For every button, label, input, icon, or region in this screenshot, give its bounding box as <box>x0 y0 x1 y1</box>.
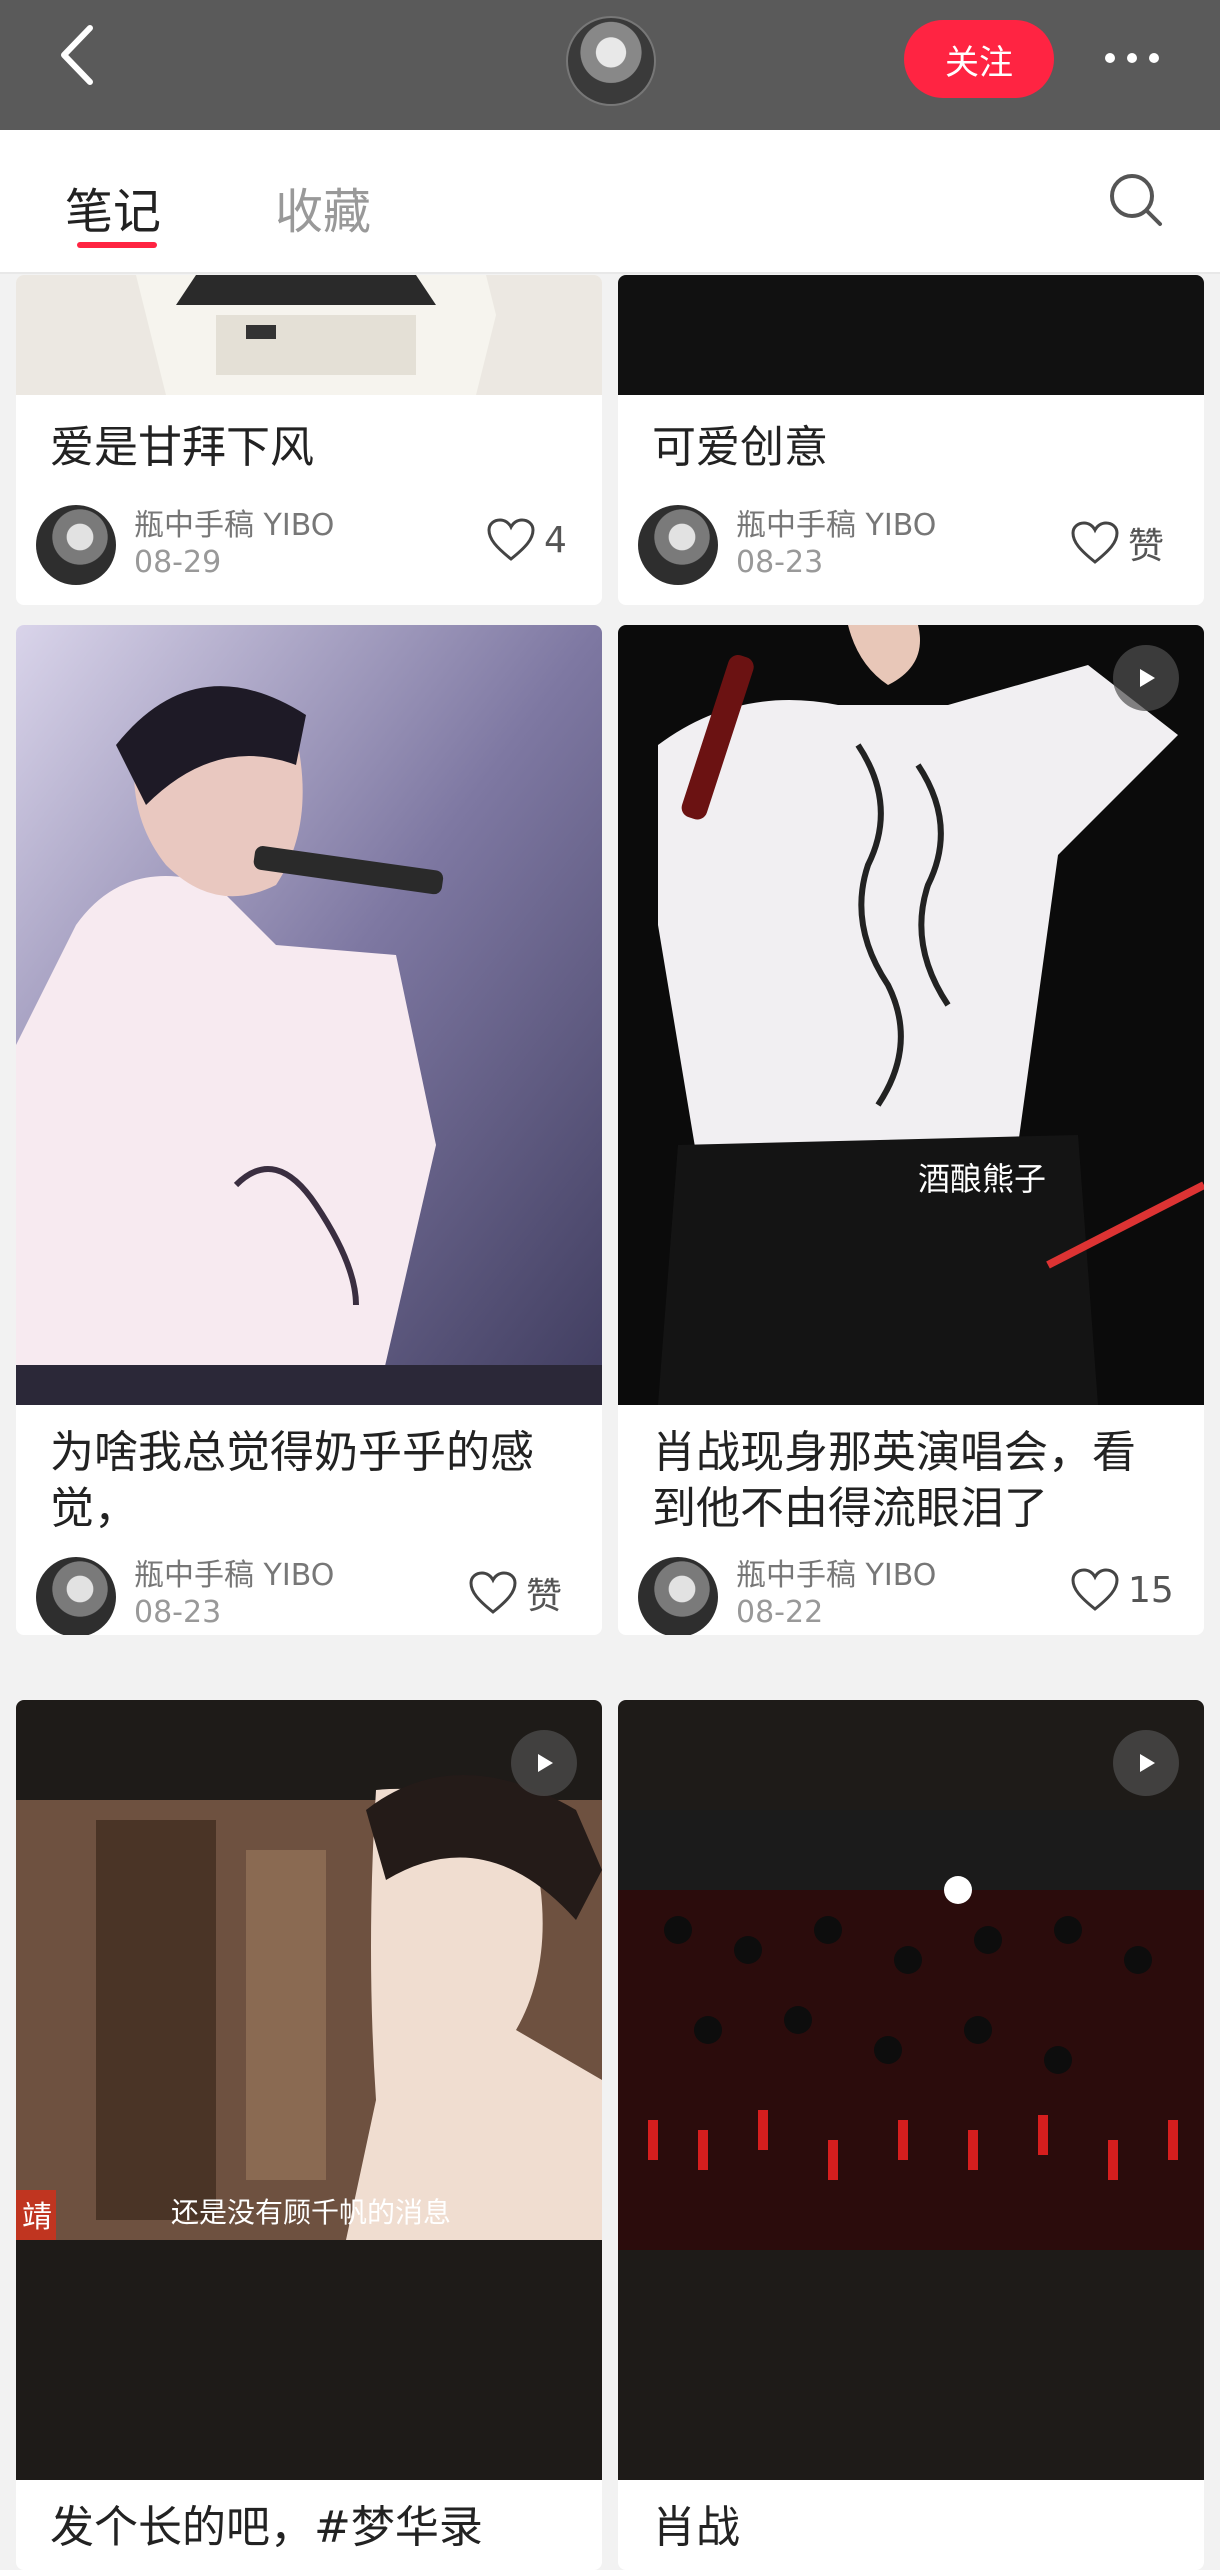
heart-icon <box>1071 521 1119 564</box>
tab-bar: 笔记 收藏 <box>0 130 1220 274</box>
note-date: 08-23 <box>736 545 824 580</box>
note-title: 发个长的吧，#梦华录 <box>50 2502 483 2553</box>
note-date: 08-23 <box>134 1595 222 1630</box>
tab-notes[interactable]: 笔记 <box>65 172 161 242</box>
author-avatar[interactable] <box>36 505 116 585</box>
note-cover-image: 酒酿熊子 <box>618 625 1204 1405</box>
author-avatar[interactable] <box>638 505 718 585</box>
top-bar: 关注 <box>0 0 1220 130</box>
notes-feed: 爱是甘拜下风 瓶中手稿 YIBO 08-29 4 可爱创意 瓶中手稿 YIBO … <box>0 275 1220 2570</box>
more-icon[interactable] <box>1100 36 1164 80</box>
note-card[interactable]: 为啥我总觉得奶乎乎的感觉， 瓶中手稿 YIBO 08-23 赞 <box>16 625 602 1635</box>
author-name[interactable]: 瓶中手稿 YIBO <box>736 500 936 544</box>
corner-mark: 靖 <box>22 2200 52 2235</box>
note-title: 爱是甘拜下风 <box>50 422 314 473</box>
heart-icon <box>469 1571 517 1614</box>
follow-button[interactable]: 关注 <box>904 20 1054 98</box>
note-cover-image <box>618 1700 1204 2480</box>
note-date: 08-22 <box>736 1595 824 1630</box>
video-play-badge <box>511 1730 577 1796</box>
like-button[interactable]: 4 <box>486 517 567 563</box>
like-count: 赞 <box>526 1576 563 1617</box>
like-count: 15 <box>1128 1569 1174 1611</box>
author-name[interactable]: 瓶中手稿 YIBO <box>134 1550 334 1594</box>
note-cover-image <box>618 275 1204 395</box>
author-name[interactable]: 瓶中手稿 YIBO <box>134 500 334 544</box>
video-play-badge <box>1113 645 1179 711</box>
note-cover-image <box>16 275 602 395</box>
search-icon[interactable] <box>1108 172 1164 228</box>
like-button[interactable]: 赞 <box>468 1567 562 1619</box>
note-card[interactable]: 靖 还是没有顾千帆的消息 发个长的吧，#梦华录 <box>16 1700 602 2570</box>
note-card[interactable]: 酒酿熊子 肖战现身那英演唱会，看到他不由得流眼泪了 瓶中手稿 YIBO 08-2… <box>618 625 1204 1635</box>
note-cover-image <box>16 625 602 1405</box>
author-name[interactable]: 瓶中手稿 YIBO <box>736 1550 936 1594</box>
note-card[interactable]: 肖战 <box>618 1700 1204 2570</box>
note-card[interactable]: 可爱创意 瓶中手稿 YIBO 08-23 赞 <box>618 275 1204 605</box>
note-date: 08-29 <box>134 545 222 580</box>
cover-watermark: 酒酿熊子 <box>918 1160 1046 1198</box>
author-avatar[interactable] <box>36 1557 116 1635</box>
back-icon[interactable] <box>50 22 110 88</box>
note-card[interactable]: 爱是甘拜下风 瓶中手稿 YIBO 08-29 4 <box>16 275 602 605</box>
note-title: 为啥我总觉得奶乎乎的感觉， <box>50 1427 534 1534</box>
like-button[interactable]: 赞 <box>1070 517 1164 569</box>
note-title: 可爱创意 <box>652 422 828 473</box>
profile-avatar[interactable] <box>566 16 656 106</box>
video-play-badge <box>1113 1730 1179 1796</box>
like-count: 赞 <box>1128 526 1165 567</box>
active-tab-indicator <box>77 242 157 248</box>
heart-icon <box>487 518 535 561</box>
tab-favorites[interactable]: 收藏 <box>275 172 371 242</box>
video-subtitle: 还是没有顾千帆的消息 <box>171 2196 451 2229</box>
author-avatar[interactable] <box>638 1557 718 1635</box>
note-cover-image: 靖 还是没有顾千帆的消息 <box>16 1700 602 2480</box>
heart-icon <box>1071 1568 1119 1611</box>
note-title: 肖战现身那英演唱会，看到他不由得流眼泪了 <box>652 1427 1136 1534</box>
like-button[interactable]: 15 <box>1070 1567 1174 1613</box>
note-title: 肖战 <box>652 2502 740 2553</box>
like-count: 4 <box>544 519 567 561</box>
